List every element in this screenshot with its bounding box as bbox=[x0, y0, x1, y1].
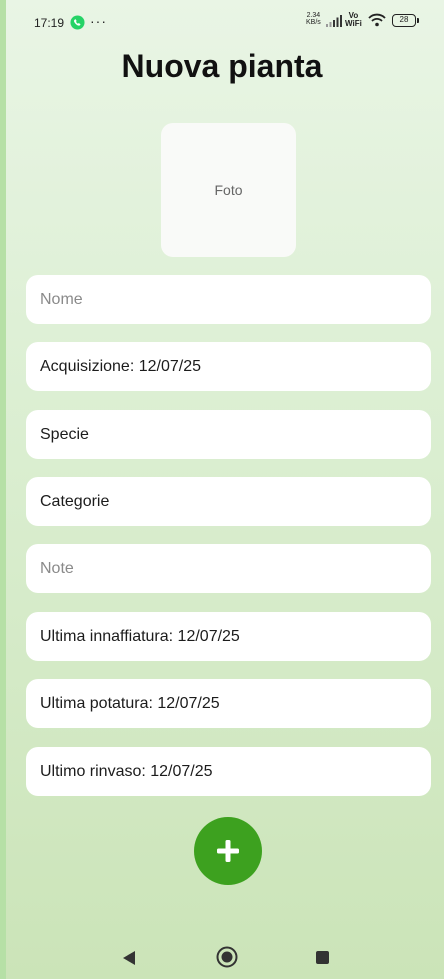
vowifi-wifi: WiFi bbox=[345, 19, 362, 28]
wifi-icon bbox=[368, 13, 386, 27]
last-pruning-field[interactable]: Ultima potatura: 12/07/25 bbox=[26, 679, 431, 728]
name-field[interactable] bbox=[26, 275, 431, 324]
network-speed: 2.34 KB/s bbox=[306, 12, 321, 26]
signal-icon bbox=[326, 15, 342, 27]
page-title: Nuova pianta bbox=[121, 48, 323, 84]
home-icon[interactable] bbox=[216, 946, 238, 968]
network-speed-value: 2.34 bbox=[306, 12, 321, 19]
notes-input[interactable] bbox=[40, 559, 431, 578]
plus-icon bbox=[217, 840, 239, 862]
species-field[interactable]: Specie bbox=[26, 410, 431, 459]
system-nav-bar bbox=[0, 930, 444, 979]
categories-label: Categorie bbox=[40, 492, 110, 510]
last-repotting-label: Ultimo rinvaso: 12/07/25 bbox=[40, 762, 213, 780]
add-plant-button[interactable] bbox=[194, 817, 262, 885]
vowifi-indicator: Vo WiFi bbox=[345, 12, 362, 28]
more-notifications: ··· bbox=[90, 13, 107, 29]
acquisition-date-label: Acquisizione: 12/07/25 bbox=[40, 357, 201, 375]
window-edge bbox=[0, 0, 6, 979]
acquisition-date-field[interactable]: Acquisizione: 12/07/25 bbox=[26, 342, 431, 391]
whatsapp-icon bbox=[70, 15, 85, 30]
status-time: 17:19 bbox=[34, 16, 65, 30]
last-repotting-field[interactable]: Ultimo rinvaso: 12/07/25 bbox=[26, 747, 431, 796]
status-bar: 17:19 ··· 2.34 KB/s Vo WiFi 28 bbox=[0, 0, 444, 40]
photo-picker[interactable]: Foto bbox=[161, 123, 296, 257]
photo-label: Foto bbox=[214, 182, 243, 198]
species-label: Specie bbox=[40, 425, 89, 443]
last-pruning-label: Ultima potatura: 12/07/25 bbox=[40, 694, 220, 712]
last-watering-field[interactable]: Ultima innaffiatura: 12/07/25 bbox=[26, 612, 431, 661]
categories-field[interactable]: Categorie bbox=[26, 477, 431, 526]
battery-icon: 28 bbox=[392, 14, 419, 27]
name-input[interactable] bbox=[40, 290, 431, 309]
back-icon[interactable] bbox=[122, 950, 136, 966]
last-watering-label: Ultima innaffiatura: 12/07/25 bbox=[40, 627, 240, 645]
network-speed-unit: KB/s bbox=[306, 19, 321, 26]
recents-icon[interactable] bbox=[316, 951, 329, 964]
notes-field[interactable] bbox=[26, 544, 431, 593]
